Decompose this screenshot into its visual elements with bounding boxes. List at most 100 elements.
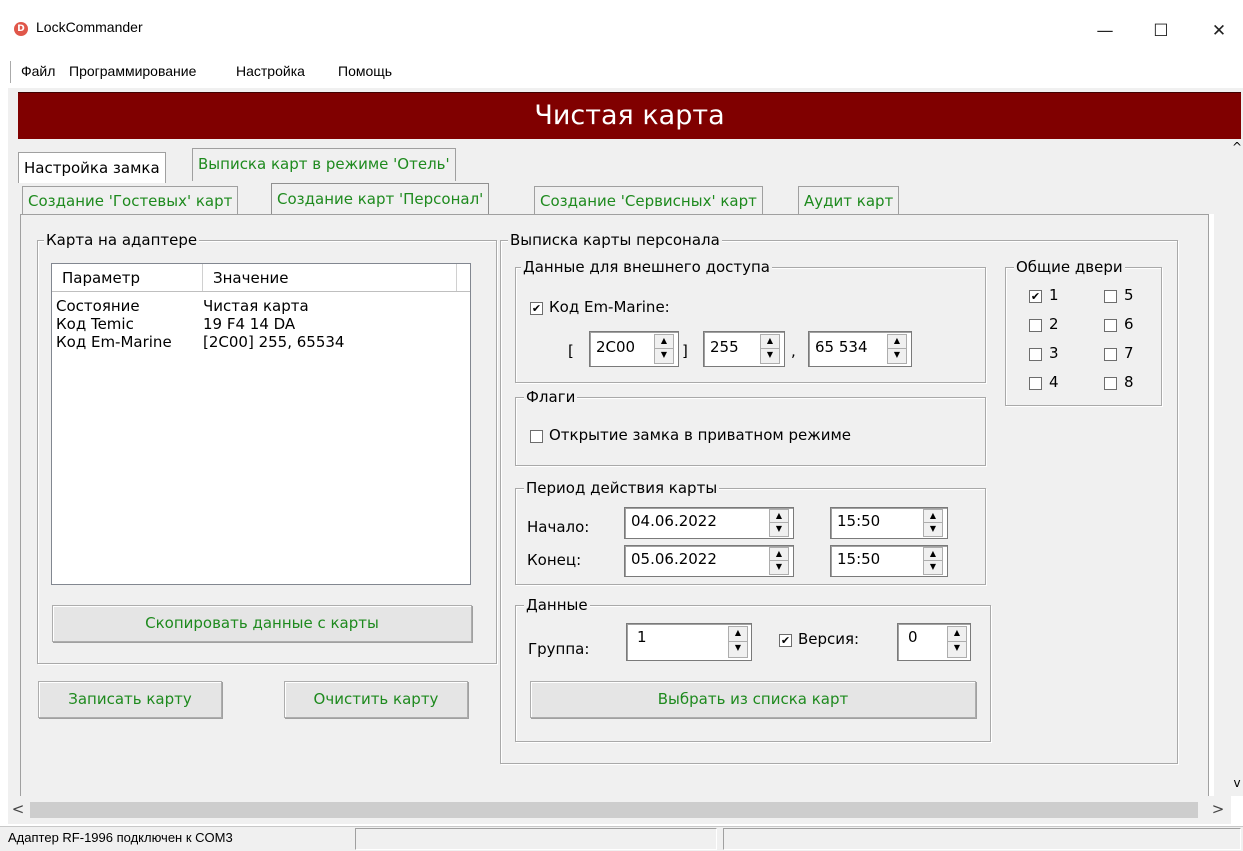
door-2-label: 2 (1049, 315, 1059, 333)
maximize-button[interactable]: ☐ (1138, 8, 1184, 54)
start-label: Начало: (527, 518, 590, 536)
clear-card-button[interactable]: Очистить карту (284, 681, 468, 718)
table-row[interactable]: Код Temic 19 F4 14 DA (56, 315, 466, 333)
spin-up-icon[interactable]: ▲ (924, 510, 942, 523)
em-marine-checkbox[interactable]: ✔ (530, 302, 543, 315)
end-date-spinner[interactable]: ▲ ▼ (769, 547, 789, 575)
tab-card-audit[interactable]: Аудит карт (798, 186, 900, 215)
door-2-checkbox[interactable] (1029, 319, 1042, 332)
copy-card-data-button[interactable]: Скопировать данные с карты (52, 605, 472, 642)
minimize-button[interactable]: — (1082, 8, 1128, 54)
menu-help[interactable]: Помощь (338, 61, 392, 81)
status-text: Адаптер RF-1996 подключен к COM3 (8, 830, 233, 845)
write-card-button[interactable]: Записать карту (38, 681, 222, 718)
spin-down-icon[interactable]: ▼ (655, 349, 673, 363)
scroll-left-icon[interactable]: < (8, 800, 28, 820)
door-1-checkbox[interactable]: ✔ (1029, 290, 1042, 303)
spin-down-icon[interactable]: ▼ (729, 642, 747, 657)
horizontal-scroll-thumb[interactable] (30, 802, 1198, 818)
door-8-label: 8 (1124, 373, 1134, 391)
door-1-label: 1 (1049, 286, 1059, 304)
door-7-checkbox[interactable] (1104, 348, 1117, 361)
private-mode-checkbox[interactable] (530, 430, 543, 443)
spin-up-icon[interactable]: ▲ (655, 335, 673, 349)
menu-file[interactable]: Файл (21, 61, 55, 81)
app-icon: D (14, 22, 28, 36)
spin-up-icon[interactable]: ▲ (761, 335, 779, 349)
facility-spinner[interactable]: ▲ ▼ (654, 334, 674, 364)
spin-down-icon[interactable]: ▼ (770, 561, 788, 574)
column-header-param[interactable]: Параметр (52, 264, 203, 291)
start-date-input[interactable]: 04.06.2022 ▲ ▼ (624, 507, 794, 539)
cell-param: Код Em-Marine (56, 333, 172, 351)
card-params-listview[interactable]: Параметр Значение Состояние Чистая карта… (51, 263, 471, 585)
door-4-checkbox[interactable] (1029, 377, 1042, 390)
cell-value: [2C00] 255, 65534 (203, 333, 345, 351)
spin-up-icon[interactable]: ▲ (948, 627, 966, 642)
common-doors-title: Общие двери (1014, 258, 1125, 276)
start-time-spinner[interactable]: ▲ ▼ (923, 509, 943, 537)
spin-up-icon[interactable]: ▲ (888, 335, 906, 349)
spin-down-icon[interactable]: ▼ (948, 642, 966, 657)
tab-guest-cards[interactable]: Создание 'Гостевых' карт (22, 186, 239, 215)
door-6-checkbox[interactable] (1104, 319, 1117, 332)
tab-lock-settings[interactable]: Настройка замка (18, 152, 166, 183)
table-row[interactable]: Код Em-Marine [2C00] 255, 65534 (56, 333, 466, 351)
flags-title: Флаги (524, 388, 578, 406)
spin-up-icon[interactable]: ▲ (729, 627, 747, 642)
end-date-input[interactable]: 05.06.2022 ▲ ▼ (624, 545, 794, 577)
scroll-right-icon[interactable]: > (1208, 800, 1228, 820)
menu-settings[interactable]: Настройка (236, 61, 305, 81)
menu-programming[interactable]: Программирование (69, 61, 196, 81)
end-time-spinner[interactable]: ▲ ▼ (923, 547, 943, 575)
spin-up-icon[interactable]: ▲ (770, 548, 788, 561)
spin-down-icon[interactable]: ▼ (888, 349, 906, 363)
end-date-value: 05.06.2022 (631, 550, 717, 568)
spin-down-icon[interactable]: ▼ (924, 523, 942, 536)
scroll-down-icon[interactable]: v (1231, 776, 1243, 796)
version-spinner[interactable]: ▲ ▼ (947, 626, 967, 658)
table-row[interactable]: Состояние Чистая карта (56, 297, 466, 315)
cell-param: Состояние (56, 297, 140, 315)
version-label: Версия: (798, 630, 860, 648)
private-mode-label: Открытие замка в приватном режиме (549, 426, 852, 444)
door-8-checkbox[interactable] (1104, 377, 1117, 390)
tab-hotel-cards[interactable]: Выписка карт в режиме 'Отель' (192, 148, 456, 181)
start-time-input[interactable]: 15:50 ▲ ▼ (830, 507, 948, 539)
spin-up-icon[interactable]: ▲ (770, 510, 788, 523)
spin-down-icon[interactable]: ▼ (761, 349, 779, 363)
scroll-up-icon[interactable]: ^ (1231, 140, 1243, 160)
close-button[interactable]: ✕ (1196, 8, 1242, 54)
facility-code-input[interactable]: 2C00 ▲ ▼ (589, 331, 679, 367)
card-on-adapter-title: Карта на адаптере (44, 231, 200, 249)
group-code-spinner[interactable]: ▲ ▼ (760, 334, 780, 364)
status-banner: Чистая карта (18, 92, 1241, 139)
version-checkbox[interactable]: ✔ (779, 634, 792, 647)
group-code-input[interactable]: 255 ▲ ▼ (703, 331, 785, 367)
tab-staff-cards[interactable]: Создание карт 'Персонал' (271, 183, 490, 215)
door-5-checkbox[interactable] (1104, 290, 1117, 303)
spin-down-icon[interactable]: ▼ (770, 523, 788, 536)
horizontal-scrollbar[interactable]: < > (8, 796, 1231, 824)
cell-param: Код Temic (56, 315, 134, 333)
external-access-title: Данные для внешнего доступа (521, 258, 772, 276)
end-time-input[interactable]: 15:50 ▲ ▼ (830, 545, 948, 577)
door-5-label: 5 (1124, 286, 1134, 304)
start-date-spinner[interactable]: ▲ ▼ (769, 509, 789, 537)
tab-service-cards[interactable]: Создание 'Сервисных' карт (534, 186, 763, 215)
door-3-checkbox[interactable] (1029, 348, 1042, 361)
choose-from-list-button[interactable]: Выбрать из списка карт (530, 681, 976, 718)
panel-right-edge (1208, 214, 1214, 796)
card-number-spinner[interactable]: ▲ ▼ (887, 334, 907, 364)
comma: , (791, 342, 796, 360)
group-spinner[interactable]: ▲ ▼ (728, 626, 748, 658)
spin-up-icon[interactable]: ▲ (924, 548, 942, 561)
group-value: 1 (637, 628, 647, 646)
group-input[interactable]: 1 ▲ ▼ (626, 623, 752, 661)
version-input[interactable]: 0 ▲ ▼ (897, 623, 971, 661)
column-header-value[interactable]: Значение (203, 264, 457, 291)
start-time-value: 15:50 (837, 512, 881, 530)
vertical-scrollbar[interactable]: ^ v (1231, 140, 1243, 796)
spin-down-icon[interactable]: ▼ (924, 561, 942, 574)
card-number-input[interactable]: 65 534 ▲ ▼ (808, 331, 912, 367)
